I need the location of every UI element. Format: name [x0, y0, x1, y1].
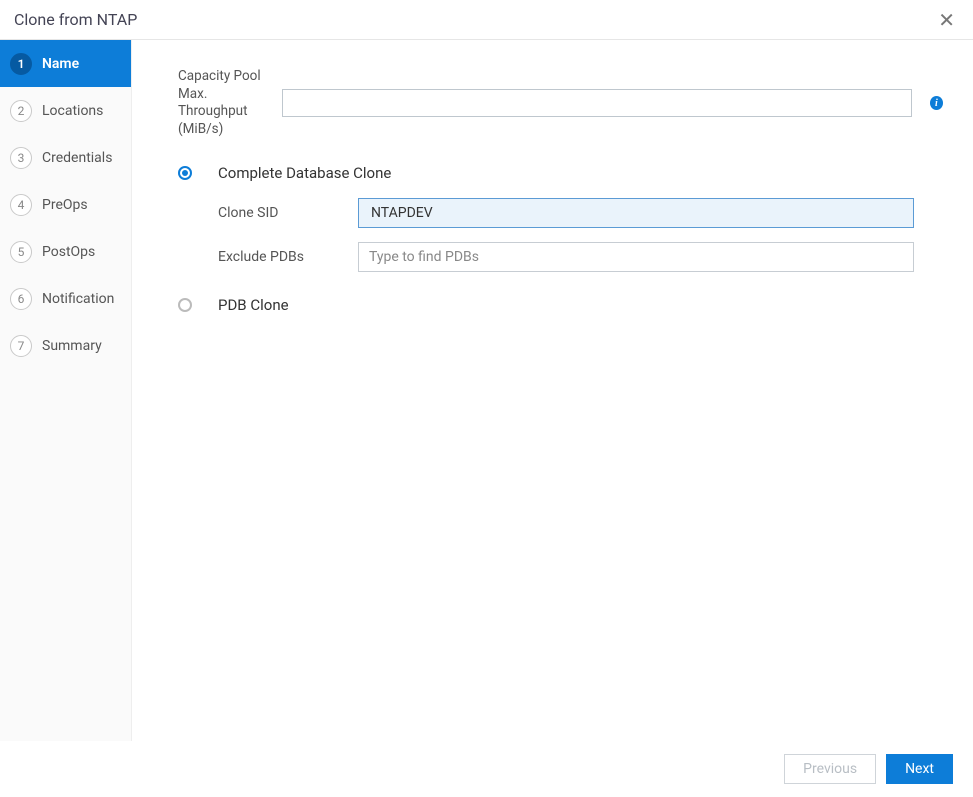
- step-preops[interactable]: 4 PreOps: [0, 181, 131, 228]
- exclude-pdbs-input[interactable]: Type to find PDBs: [358, 242, 914, 272]
- step-name[interactable]: 1 Name: [0, 40, 131, 87]
- step-number: 5: [10, 241, 32, 263]
- step-label: PreOps: [42, 197, 88, 213]
- wizard-steps: 1 Name 2 Locations 3 Credentials 4 PreOp…: [0, 40, 132, 741]
- step-number: 6: [10, 288, 32, 310]
- step-label: Name: [42, 56, 79, 72]
- step-label: PostOps: [42, 244, 95, 260]
- close-icon[interactable]: ✕: [934, 6, 959, 34]
- radio-complete-db-clone-label: Complete Database Clone: [218, 164, 391, 182]
- radio-complete-db-clone[interactable]: [178, 166, 192, 180]
- previous-button[interactable]: Previous: [784, 754, 876, 784]
- exclude-pdbs-placeholder: Type to find PDBs: [369, 249, 479, 265]
- dialog-header: Clone from NTAP ✕: [0, 0, 973, 40]
- exclude-pdbs-label: Exclude PDBs: [218, 249, 358, 265]
- step-postops[interactable]: 5 PostOps: [0, 228, 131, 275]
- step-notification[interactable]: 6 Notification: [0, 275, 131, 322]
- capacity-throughput-label: Capacity Pool Max. Throughput (MiB/s): [178, 68, 282, 138]
- clone-sid-label: Clone SID: [218, 205, 358, 221]
- step-locations[interactable]: 2 Locations: [0, 87, 131, 134]
- radio-pdb-clone[interactable]: [178, 298, 192, 312]
- step-number: 1: [10, 53, 32, 75]
- wizard-content: Capacity Pool Max. Throughput (MiB/s) i …: [132, 40, 973, 741]
- step-label: Summary: [42, 338, 102, 354]
- step-number: 3: [10, 147, 32, 169]
- info-icon[interactable]: i: [930, 96, 943, 110]
- step-number: 2: [10, 100, 32, 122]
- dialog-title: Clone from NTAP: [14, 10, 137, 29]
- clone-sid-input[interactable]: [358, 198, 914, 228]
- next-button[interactable]: Next: [886, 754, 953, 784]
- step-number: 7: [10, 335, 32, 357]
- step-label: Notification: [42, 291, 114, 307]
- step-label: Locations: [42, 103, 103, 119]
- step-label: Credentials: [42, 150, 112, 166]
- wizard-footer: Previous Next: [0, 741, 973, 797]
- radio-pdb-clone-label: PDB Clone: [218, 296, 289, 314]
- step-number: 4: [10, 194, 32, 216]
- step-summary[interactable]: 7 Summary: [0, 322, 131, 369]
- step-credentials[interactable]: 3 Credentials: [0, 134, 131, 181]
- capacity-throughput-input[interactable]: [282, 89, 912, 117]
